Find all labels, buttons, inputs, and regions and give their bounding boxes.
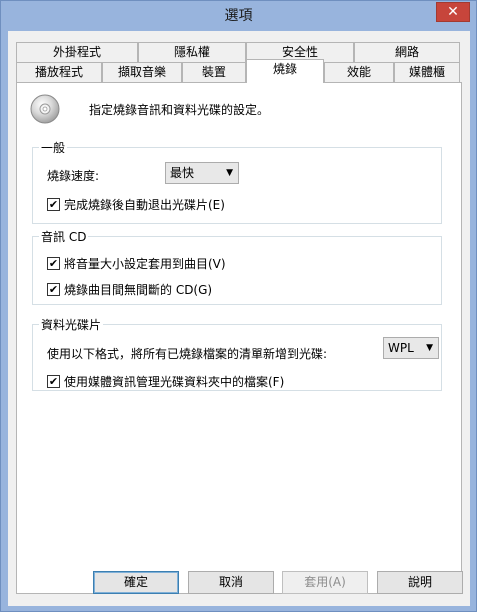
apply-button[interactable]: 套用(A) (282, 571, 368, 594)
options-dialog: 選項 ✕ 外掛程式 隱私權 安全性 網路 播放程式 擷取音樂 裝置 燒錄 效能 … (0, 0, 477, 612)
close-button[interactable]: ✕ (436, 2, 470, 22)
cd-disc-icon (29, 93, 61, 125)
volume-leveling-checkbox[interactable]: ✔ (47, 257, 60, 270)
tab-plugins[interactable]: 外掛程式 (16, 42, 138, 62)
ok-button[interactable]: 確定 (93, 571, 179, 594)
eject-checkbox[interactable]: ✔ (47, 198, 60, 211)
tab-burn[interactable]: 燒錄 (246, 59, 324, 83)
volume-leveling-option[interactable]: ✔ 將音量大小設定套用到曲目(V) (47, 255, 226, 272)
tab-player[interactable]: 播放程式 (16, 62, 102, 82)
window-title: 選項 (224, 8, 253, 24)
data-disc-group: 資料光碟片 使用以下格式，將所有已燒錄檔案的清單新增到光碟: WPL ▼ ✔ 使… (32, 316, 442, 391)
audio-cd-group: 音訊 CD ✔ 將音量大小設定套用到曲目(V) ✔ 燒錄曲目間無間斷的 CD(G… (32, 228, 442, 305)
gapless-checkbox[interactable]: ✔ (47, 283, 60, 296)
eject-option[interactable]: ✔ 完成燒錄後自動退出光碟片(E) (47, 196, 225, 213)
burn-speed-select[interactable]: 最快 ▼ (165, 162, 239, 184)
file-list-format-select[interactable]: WPL ▼ (383, 337, 439, 359)
eject-label: 完成燒錄後自動退出光碟片(E) (64, 198, 225, 212)
cancel-button[interactable]: 取消 (188, 571, 274, 594)
general-group: 一般 燒錄速度: 最快 ▼ ✔ 完成燒錄後自動退出光碟片(E) (32, 139, 442, 224)
dialog-client-area: 外掛程式 隱私權 安全性 網路 播放程式 擷取音樂 裝置 燒錄 效能 媒體櫃 指… (8, 31, 470, 606)
data-disc-group-title: 資料光碟片 (39, 316, 104, 333)
chevron-down-icon: ▼ (426, 343, 433, 353)
tab-library[interactable]: 媒體櫃 (394, 62, 460, 82)
media-info-option[interactable]: ✔ 使用媒體資訊管理光碟資料夾中的檔案(F) (47, 373, 284, 390)
intro-text: 指定燒錄音訊和資料光碟的設定。 (89, 103, 270, 117)
burn-speed-label: 燒錄速度: (47, 169, 100, 183)
file-list-format-label: 使用以下格式，將所有已燒錄檔案的清單新增到光碟: (47, 347, 328, 361)
media-info-label: 使用媒體資訊管理光碟資料夾中的檔案(F) (64, 375, 285, 389)
gapless-option[interactable]: ✔ 燒錄曲目間無間斷的 CD(G) (47, 281, 212, 298)
tab-rip-music[interactable]: 擷取音樂 (102, 62, 182, 82)
close-icon: ✕ (447, 4, 459, 20)
tab-network[interactable]: 網路 (354, 42, 460, 62)
tab-privacy[interactable]: 隱私權 (138, 42, 246, 62)
gapless-label: 燒錄曲目間無間斷的 CD(G) (64, 283, 213, 297)
chevron-down-icon: ▼ (226, 168, 233, 178)
burn-settings-panel: 指定燒錄音訊和資料光碟的設定。 一般 燒錄速度: 最快 ▼ ✔ 完成燒錄後自動退… (16, 82, 462, 594)
media-info-checkbox[interactable]: ✔ (47, 375, 60, 388)
help-button[interactable]: 說明 (377, 571, 463, 594)
volume-leveling-label: 將音量大小設定套用到曲目(V) (64, 257, 226, 271)
tab-performance[interactable]: 效能 (324, 62, 394, 82)
audio-cd-group-title: 音訊 CD (39, 228, 89, 245)
general-group-title: 一般 (39, 139, 68, 156)
tab-devices[interactable]: 裝置 (182, 62, 246, 82)
